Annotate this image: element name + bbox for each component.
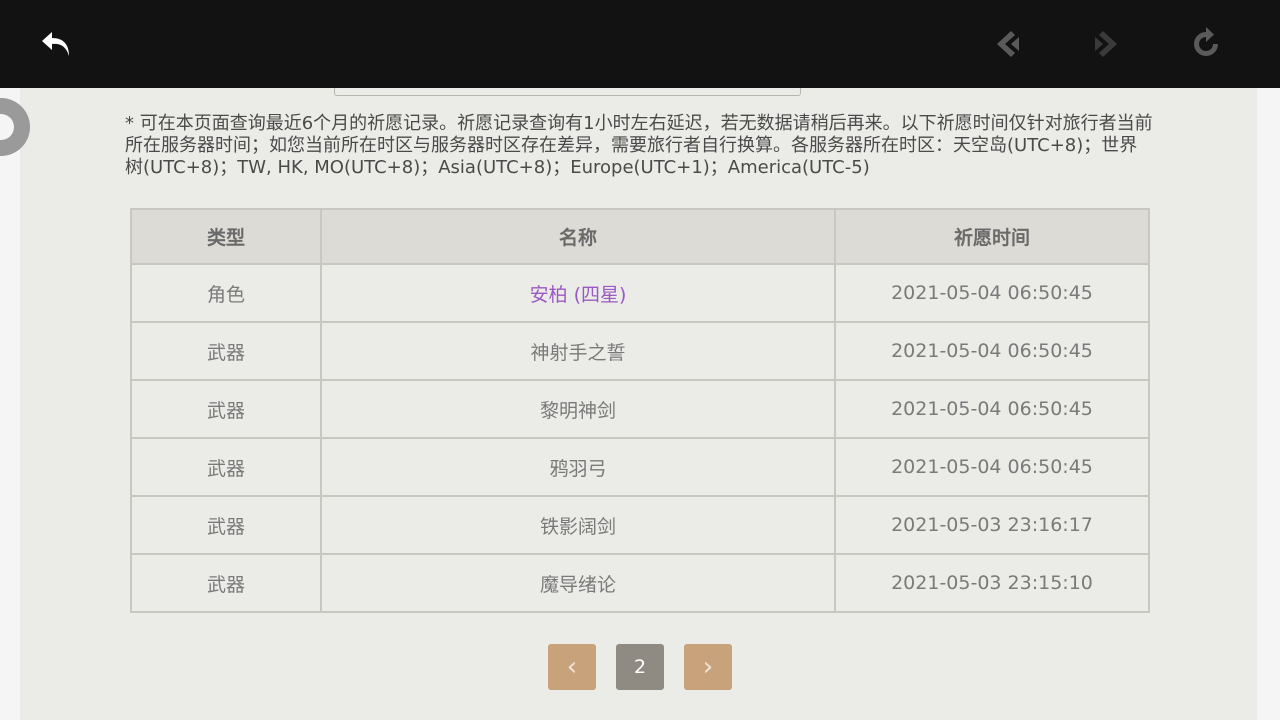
cell-time: 2021-05-03 23:15:10 [834,553,1150,613]
panel-divider [334,88,801,96]
back-icon [42,32,69,56]
refresh-icon [1194,27,1218,56]
cell-type: 角色 [130,263,322,323]
cell-name: 安柏 (四星) [320,263,836,323]
cell-type: 武器 [130,553,322,613]
cell-name: 黎明神剑 [320,379,836,439]
cell-time: 2021-05-04 06:50:45 [834,321,1150,381]
column-header-name: 名称 [320,208,836,265]
next-page-button[interactable] [1084,22,1128,66]
cell-name: 铁影阔剑 [320,495,836,555]
table-row: 武器 神射手之誓 2021-05-04 06:50:45 [130,321,1150,381]
next-page-icon [1095,31,1117,57]
chevron-left-icon: ‹ [566,652,578,682]
table-header-row: 类型 名称 祈愿时间 [130,208,1150,265]
cell-type: 武器 [130,321,322,381]
refresh-button[interactable] [1184,22,1228,66]
query-notice: * 可在本页面查询最近6个月的祈愿记录。祈愿记录查询有1小时左右延迟，若无数据请… [125,113,1153,178]
previous-page-icon [997,31,1019,57]
pagination-current-page[interactable]: 2 [616,644,664,690]
back-button[interactable] [34,22,78,66]
cell-name: 鸦羽弓 [320,437,836,497]
cell-time: 2021-05-03 23:16:17 [834,495,1150,555]
table-row: 武器 铁影阔剑 2021-05-03 23:16:17 [130,495,1150,555]
chevron-right-icon: › [702,652,714,682]
cell-type: 武器 [130,437,322,497]
cell-time: 2021-05-04 06:50:45 [834,263,1150,323]
cell-type: 武器 [130,379,322,439]
table-row: 武器 魔导绪论 2021-05-03 23:15:10 [130,553,1150,613]
column-header-time: 祈愿时间 [834,208,1150,265]
top-toolbar [0,0,1280,88]
wish-record-table: 类型 名称 祈愿时间 角色 安柏 (四星) 2021-05-04 06:50:4… [130,208,1150,613]
previous-page-button[interactable] [986,22,1030,66]
cell-type: 武器 [130,495,322,555]
table-row: 角色 安柏 (四星) 2021-05-04 06:50:45 [130,263,1150,323]
pagination-next-button[interactable]: › [684,644,732,690]
cell-time: 2021-05-04 06:50:45 [834,437,1150,497]
table-row: 武器 鸦羽弓 2021-05-04 06:50:45 [130,437,1150,497]
pagination-prev-button[interactable]: ‹ [548,644,596,690]
column-header-type: 类型 [130,208,322,265]
cell-time: 2021-05-04 06:50:45 [834,379,1150,439]
cell-name: 神射手之誓 [320,321,836,381]
cell-name: 魔导绪论 [320,553,836,613]
table-row: 武器 黎明神剑 2021-05-04 06:50:45 [130,379,1150,439]
